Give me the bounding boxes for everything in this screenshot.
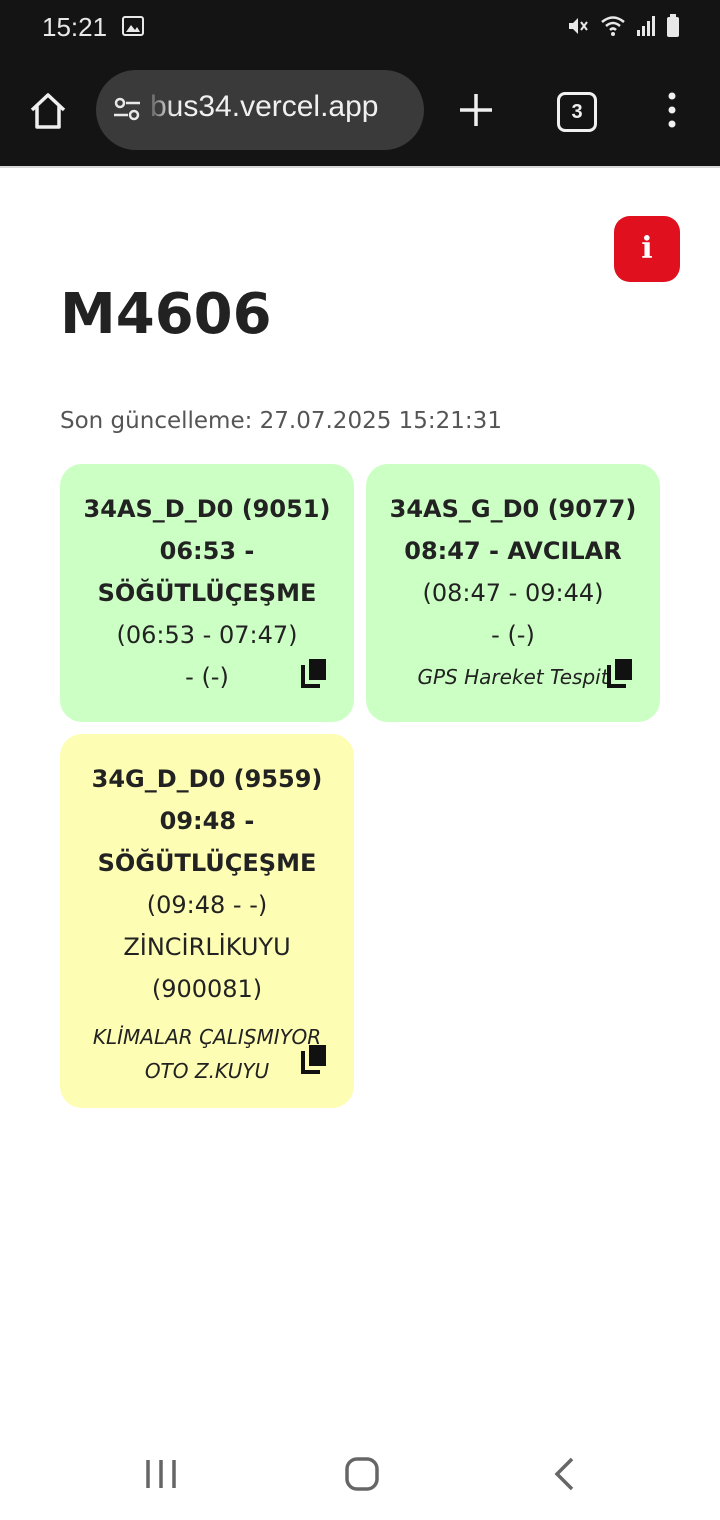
battery-icon [666,14,680,42]
trip-times: (09:48 - -) [146,891,268,919]
address-bar[interactable]: bus34.vercel.app [96,70,424,150]
gallery-notification-icon [122,16,144,40]
signal-icon [636,15,656,41]
new-tab-button[interactable] [456,90,496,130]
toolbar-divider [0,166,720,168]
recents-icon [146,1460,176,1488]
bus-card: 34G_D_D0 (9559) 09:48 - SÖĞÜTLÜÇEŞME (09… [60,734,354,1108]
browser-toolbar: bus34.vercel.app 3 [0,56,720,166]
trip-times: (06:53 - 07:47) [116,621,298,649]
status-time: 15:21 [42,12,108,42]
wifi-icon [600,15,626,41]
status-bar: 15:21 [0,0,720,56]
back-icon [554,1457,574,1491]
system-nav-bar [0,1430,720,1520]
home-icon [30,93,66,129]
info-button[interactable]: i [614,216,680,282]
system-home-button[interactable] [344,1456,380,1496]
copy-icon[interactable] [300,1044,328,1078]
trip-time: 06:53 - [159,537,255,565]
trip-time: 09:48 - [159,807,255,835]
copy-icon[interactable] [300,658,328,692]
bus-card: 34AS_G_D0 (9077) 08:47 - AVCILAR (08:47 … [366,464,660,722]
vehicle-code: 34AS_G_D0 (9077) [389,495,637,523]
url-fade [144,70,174,150]
copy-icon[interactable] [606,658,634,692]
more-vert-icon [668,92,676,128]
page-title: M4606 [60,282,272,347]
trip-destination: SÖĞÜTLÜÇEŞME [97,849,317,877]
url-text[interactable]: bus34.vercel.app [150,90,379,124]
trip-destination: SÖĞÜTLÜÇEŞME [97,579,317,607]
tab-switcher-button[interactable]: 3 [557,92,597,132]
recent-apps-button[interactable] [144,1458,178,1494]
back-button[interactable] [552,1456,576,1496]
trip-times: (08:47 - 09:44) [422,579,604,607]
current-stop: - (-) [491,621,535,649]
vehicle-code: 34G_D_D0 (9559) [91,765,323,793]
bus-card: 34AS_D_D0 (9051) 06:53 - SÖĞÜTLÜÇEŞME (0… [60,464,354,722]
trip-destination: 08:47 - AVCILAR [404,537,622,565]
last-updated: Son güncelleme: 27.07.2025 15:21:31 [60,408,502,434]
current-stop: ZİNCİRLİKUYU [123,933,291,961]
home-circle-icon [345,1457,379,1491]
mute-icon [566,14,590,42]
more-menu-button[interactable] [660,90,684,130]
plus-icon [460,94,492,126]
current-stop-id: (900081) [151,975,263,1003]
site-settings-icon[interactable] [112,94,142,128]
home-button[interactable] [26,89,70,133]
vehicle-code: 34AS_D_D0 (9051) [83,495,331,523]
